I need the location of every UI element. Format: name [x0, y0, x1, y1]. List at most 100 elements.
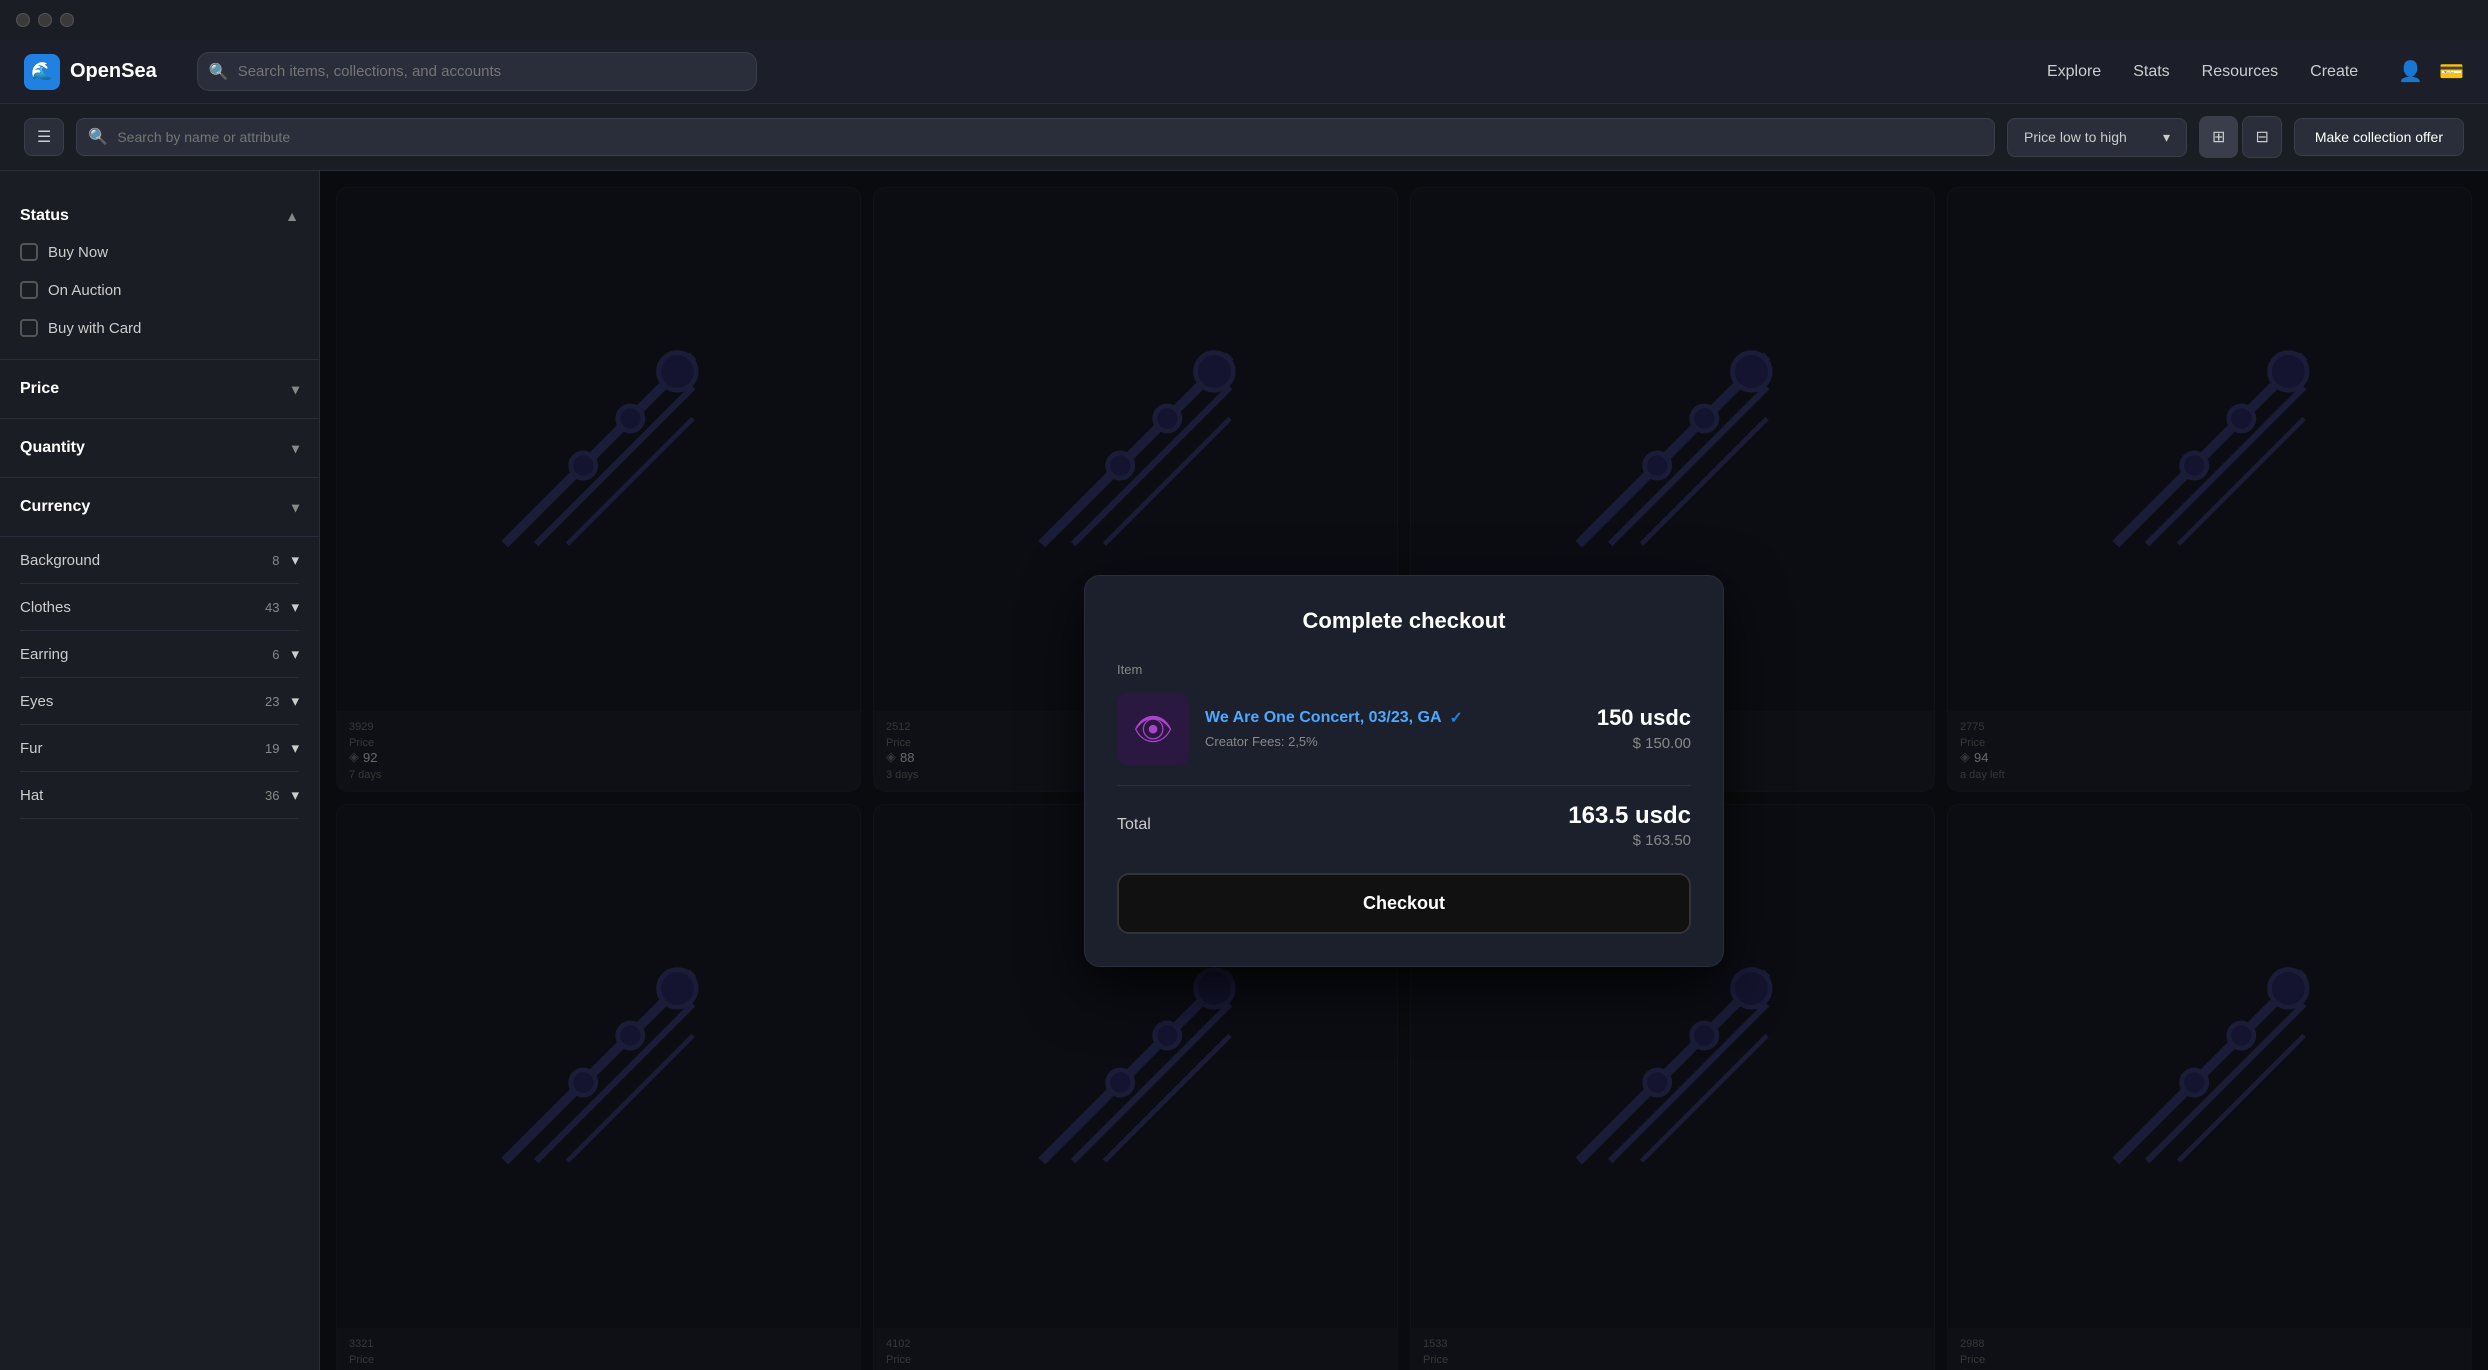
- modal-total-row: Total 163.5 usdc $ 163.50: [1117, 802, 1691, 849]
- nav-search-icon: 🔍: [209, 62, 229, 82]
- sort-label: Price low to high: [2024, 129, 2127, 145]
- status-section-header[interactable]: Status ▲: [20, 199, 299, 233]
- modal-overlay[interactable]: Complete checkout Item 👁 We Are One Conc…: [320, 171, 2488, 1370]
- buy-now-item[interactable]: Buy Now: [20, 233, 299, 271]
- background-chevron-icon: ▾: [291, 551, 299, 569]
- buy-now-checkbox[interactable]: [20, 243, 38, 261]
- quantity-section-header[interactable]: Quantity ▾: [20, 431, 299, 465]
- nav-link-stats[interactable]: Stats: [2133, 63, 2169, 81]
- buy-with-card-item[interactable]: Buy with Card: [20, 309, 299, 347]
- nav-logo[interactable]: 🌊 OpenSea: [24, 54, 157, 90]
- background-trait-header[interactable]: Background 8 ▾: [20, 537, 299, 584]
- modal-item-name-row: We Are One Concert, 03/23, GA ✓: [1205, 708, 1581, 728]
- earring-chevron-icon: ▾: [291, 645, 299, 663]
- earring-trait-header[interactable]: Earring 6 ▾: [20, 631, 299, 678]
- grid-view-button[interactable]: ⊞: [2199, 116, 2238, 158]
- checkout-button[interactable]: Checkout: [1117, 873, 1691, 934]
- list-view-button[interactable]: ⊟: [2242, 116, 2281, 158]
- status-label: Status: [20, 207, 69, 225]
- currency-chevron-icon: ▾: [292, 499, 299, 516]
- background-trait-label: Background: [20, 552, 100, 569]
- window-dot-minimize[interactable]: [38, 13, 52, 27]
- price-section: Price ▾: [0, 360, 319, 419]
- fur-trait-count: 19: [265, 741, 279, 756]
- hat-chevron-icon: ▾: [291, 786, 299, 804]
- title-bar: [0, 0, 2488, 40]
- status-section: Status ▲ Buy Now On Auction Buy with Car…: [0, 187, 319, 360]
- hat-trait-label: Hat: [20, 787, 43, 804]
- fur-trait-label: Fur: [20, 740, 43, 757]
- nav-links: Explore Stats Resources Create: [2047, 63, 2358, 81]
- nav-link-explore[interactable]: Explore: [2047, 63, 2101, 81]
- content-area: 3929 Price ◈ 92 7 days: [320, 171, 2488, 1370]
- nav-link-create[interactable]: Create: [2310, 63, 2358, 81]
- modal-creator-fees: Creator Fees: 2,5%: [1205, 734, 1581, 749]
- sort-chevron-icon: ▾: [2163, 129, 2170, 146]
- nav-icons: 👤 💳: [2398, 59, 2464, 84]
- earring-trait-label: Earring: [20, 646, 68, 663]
- status-chevron-icon: ▲: [285, 208, 299, 224]
- clothes-trait-count: 43: [265, 600, 279, 615]
- nav-search-input[interactable]: [197, 52, 757, 91]
- modal-item-info: We Are One Concert, 03/23, GA ✓ Creator …: [1205, 708, 1581, 749]
- profile-icon[interactable]: 👤: [2398, 59, 2423, 84]
- buy-with-card-checkbox[interactable]: [20, 319, 38, 337]
- quantity-label: Quantity: [20, 439, 85, 457]
- currency-label: Currency: [20, 498, 90, 516]
- eyes-trait-header[interactable]: Eyes 23 ▾: [20, 678, 299, 725]
- filter-button[interactable]: ☰: [24, 118, 64, 156]
- on-auction-item[interactable]: On Auction: [20, 271, 299, 309]
- opensea-logo-icon: 🌊: [24, 54, 60, 90]
- currency-section-header[interactable]: Currency ▾: [20, 490, 299, 524]
- hat-trait-count: 36: [265, 788, 279, 803]
- on-auction-label: On Auction: [48, 282, 121, 299]
- toolbar: ☰ 🔍 Price low to high ▾ ⊞ ⊟ Make collect…: [0, 104, 2488, 171]
- fur-trait-header[interactable]: Fur 19 ▾: [20, 725, 299, 772]
- background-trait-count: 8: [272, 553, 279, 568]
- view-toggle: ⊞ ⊟: [2199, 116, 2282, 158]
- nav-link-resources[interactable]: Resources: [2202, 63, 2278, 81]
- wallet-icon[interactable]: 💳: [2439, 59, 2464, 84]
- currency-section: Currency ▾: [0, 478, 319, 537]
- toolbar-search-input[interactable]: [76, 118, 1995, 156]
- eyes-trait-label: Eyes: [20, 693, 53, 710]
- clothes-trait-label: Clothes: [20, 599, 71, 616]
- hat-trait-header[interactable]: Hat 36 ▾: [20, 772, 299, 819]
- traits-section: Background 8 ▾ Clothes 43 ▾ Earring: [0, 537, 319, 819]
- modal-total-price: 163.5 usdc $ 163.50: [1568, 802, 1691, 849]
- sidebar: Status ▲ Buy Now On Auction Buy with Car…: [0, 171, 320, 1370]
- modal-title: Complete checkout: [1117, 608, 1691, 634]
- modal-item-header: Item: [1117, 662, 1691, 677]
- fur-chevron-icon: ▾: [291, 739, 299, 757]
- window-dot-close[interactable]: [16, 13, 30, 27]
- clothes-trait-header[interactable]: Clothes 43 ▾: [20, 584, 299, 631]
- modal-item-price-usd: $ 150.00: [1597, 735, 1691, 752]
- navbar: 🌊 OpenSea 🔍 Explore Stats Resources Crea…: [0, 40, 2488, 104]
- modal-item-name-text: We Are One Concert, 03/23, GA: [1205, 709, 1442, 727]
- nav-search-container: 🔍: [197, 52, 757, 91]
- price-section-header[interactable]: Price ▾: [20, 372, 299, 406]
- opensea-logo-text: OpenSea: [70, 60, 157, 83]
- buy-with-card-label: Buy with Card: [48, 320, 141, 337]
- modal-total-usd: $ 163.50: [1568, 832, 1691, 849]
- toolbar-search-container: 🔍: [76, 118, 1995, 156]
- modal-total-usdc: 163.5 usdc: [1568, 802, 1691, 830]
- sort-dropdown[interactable]: Price low to high ▾: [2007, 118, 2187, 157]
- on-auction-checkbox[interactable]: [20, 281, 38, 299]
- toolbar-search-icon: 🔍: [88, 127, 108, 147]
- window-dot-maximize[interactable]: [60, 13, 74, 27]
- modal-total-label: Total: [1117, 816, 1151, 834]
- verified-badge-icon: ✓: [1450, 708, 1463, 728]
- clothes-chevron-icon: ▾: [291, 598, 299, 616]
- quantity-section: Quantity ▾: [0, 419, 319, 478]
- modal-item-row: 👁 We Are One Concert, 03/23, GA ✓ Creato…: [1117, 693, 1691, 765]
- quantity-chevron-icon: ▾: [292, 440, 299, 457]
- checkout-modal: Complete checkout Item 👁 We Are One Conc…: [1084, 575, 1724, 967]
- modal-item-thumbnail: 👁: [1117, 693, 1189, 765]
- modal-divider: [1117, 785, 1691, 786]
- buy-now-label: Buy Now: [48, 244, 108, 261]
- eyes-chevron-icon: ▾: [291, 692, 299, 710]
- price-label: Price: [20, 380, 59, 398]
- price-chevron-icon: ▾: [292, 381, 299, 398]
- collection-offer-button[interactable]: Make collection offer: [2294, 118, 2464, 156]
